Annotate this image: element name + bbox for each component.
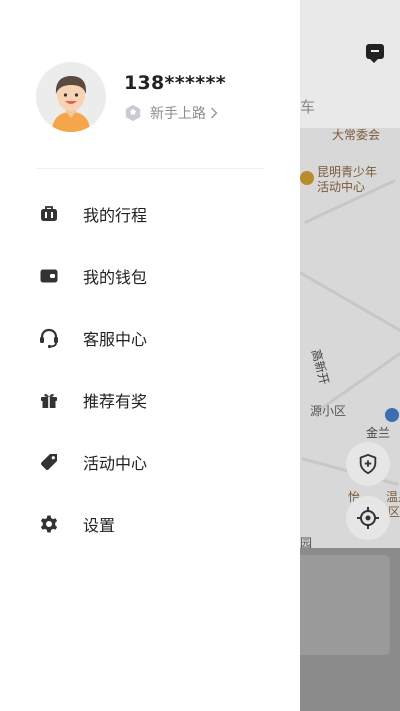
drawer-menu: 我的行程 我的钱包 客服中心 推荐有奖 活动中心 设置	[0, 183, 300, 555]
tag-icon	[38, 451, 60, 473]
map-label: 金兰	[366, 426, 391, 440]
luggage-icon	[38, 203, 60, 225]
shield-plus-icon	[359, 453, 377, 475]
chevron-right-icon	[211, 107, 218, 119]
map-poi-icon	[385, 408, 399, 422]
profile-header[interactable]: 138****** 新手上路	[0, 0, 300, 168]
headset-icon	[38, 327, 60, 349]
menu-item-my-trips[interactable]: 我的行程	[0, 183, 300, 245]
wallet-icon	[38, 265, 60, 287]
map-tab-text: 车	[300, 98, 316, 116]
menu-item-customer-service[interactable]: 客服中心	[0, 307, 300, 369]
crosshair-icon	[357, 507, 379, 529]
map-poi-icon	[300, 171, 314, 185]
menu-item-label: 我的钱包	[83, 268, 148, 287]
map-label: 大常委会	[332, 128, 381, 142]
avatar-icon	[36, 62, 106, 132]
hexagon-badge-icon	[125, 104, 141, 122]
map-road	[300, 270, 400, 333]
menu-item-label: 客服中心	[83, 330, 148, 349]
safety-shield-button[interactable]	[346, 442, 390, 486]
map-background: 车 大常委会 昆明青少年 活动中心 高新开 源小区 金兰 怡 温泉 区 园	[300, 0, 400, 711]
menu-item-label: 推荐有奖	[83, 392, 148, 411]
menu-item-label: 设置	[83, 516, 116, 535]
avatar[interactable]	[36, 62, 106, 132]
user-level[interactable]: 新手上路	[124, 102, 218, 124]
menu-item-my-wallet[interactable]: 我的钱包	[0, 245, 300, 307]
menu-item-settings[interactable]: 设置	[0, 493, 300, 555]
menu-item-label: 活动中心	[83, 454, 148, 473]
menu-item-activity-center[interactable]: 活动中心	[0, 431, 300, 493]
map-label: 高新开	[308, 347, 332, 387]
gift-icon	[38, 389, 60, 411]
phone-number: 138******	[124, 72, 226, 94]
map-label: 源小区	[310, 404, 347, 418]
menu-item-label: 我的行程	[83, 206, 148, 225]
gear-icon	[38, 513, 60, 535]
bottom-card	[300, 555, 390, 655]
map-label: 温泉	[386, 490, 400, 504]
divider	[36, 168, 264, 169]
message-icon[interactable]	[366, 44, 384, 63]
menu-item-referral-rewards[interactable]: 推荐有奖	[0, 369, 300, 431]
map-label: 昆明青少年	[317, 165, 378, 179]
map-label: 活动中心	[317, 180, 366, 194]
level-label: 新手上路	[150, 106, 206, 122]
locate-button[interactable]	[346, 496, 390, 540]
side-drawer: 138****** 新手上路 我的行程 我的钱包 客服中心 推荐有奖 活动中心 …	[0, 0, 300, 711]
map-top-bar: 车	[300, 0, 400, 128]
